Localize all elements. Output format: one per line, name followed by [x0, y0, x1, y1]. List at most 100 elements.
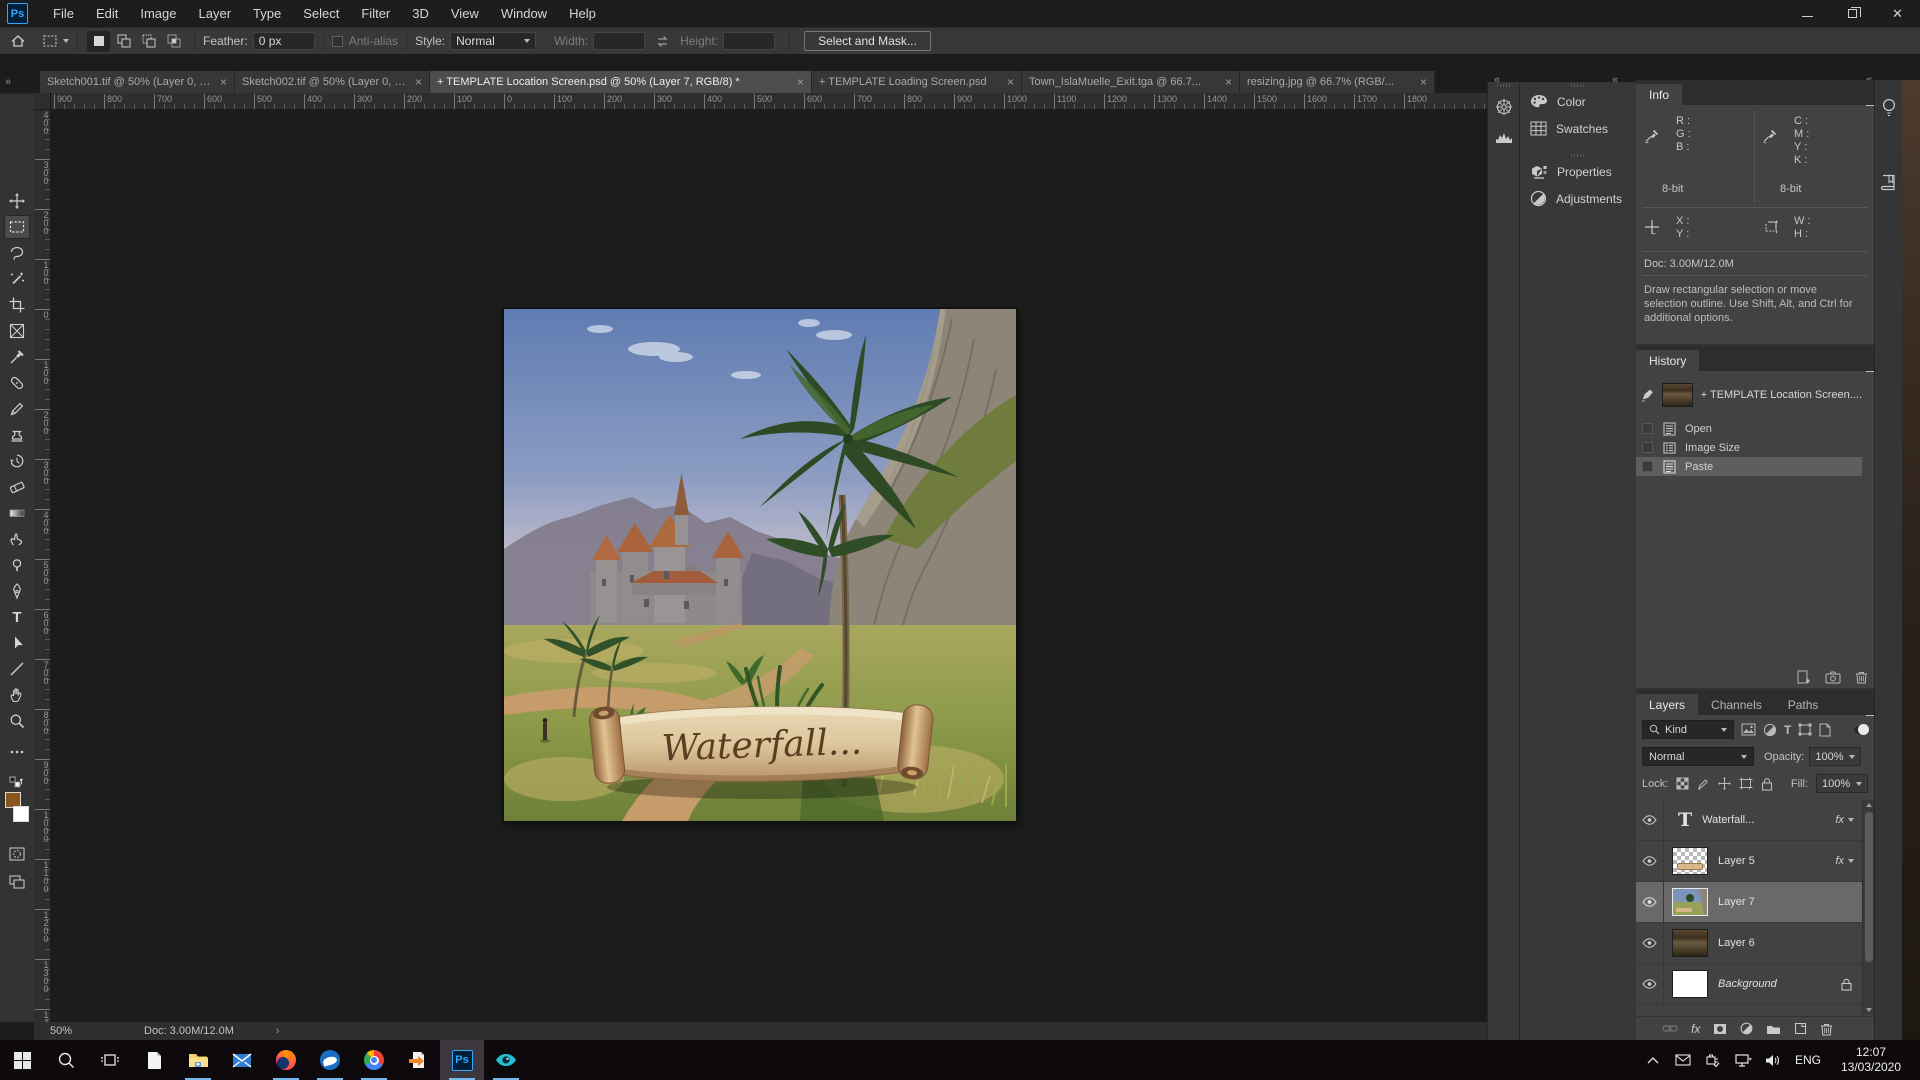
taskbar-installer-app[interactable]: [396, 1040, 440, 1080]
text-layer-thumbnail[interactable]: T: [1678, 809, 1692, 831]
task-view-button[interactable]: [88, 1040, 132, 1080]
rectangular-marquee-tool[interactable]: [4, 215, 30, 239]
document-tab-town-islamuelle[interactable]: Town_IslaMuelle_Exit.tga @ 66.7...×: [1022, 71, 1240, 93]
layer-row-layer7[interactable]: Layer 7: [1636, 882, 1862, 923]
history-step-open[interactable]: Open: [1636, 419, 1862, 438]
tray-usb-icon[interactable]: [1698, 1053, 1728, 1067]
add-selection-mode-button[interactable]: [112, 31, 135, 52]
start-button[interactable]: [0, 1040, 44, 1080]
delete-layer-trash-icon[interactable]: [1820, 1022, 1833, 1036]
tray-network-icon[interactable]: [1728, 1054, 1758, 1067]
visibility-toggle[interactable]: [1636, 964, 1664, 1004]
document-tab-sketch001[interactable]: Sketch001.tif @ 50% (Layer 0, RG...×: [40, 71, 235, 93]
taskbar-thunderbird-app[interactable]: [308, 1040, 352, 1080]
menu-type[interactable]: Type: [242, 0, 292, 27]
visibility-toggle[interactable]: [1636, 923, 1664, 963]
link-layers-icon[interactable]: [1662, 1024, 1678, 1033]
dodge-tool[interactable]: [4, 553, 30, 577]
history-step-image-size[interactable]: Image Size: [1636, 438, 1862, 457]
menu-file[interactable]: File: [42, 0, 85, 27]
filter-type-layers-icon[interactable]: T: [1784, 723, 1791, 737]
visibility-toggle[interactable]: [1636, 841, 1664, 881]
zoom-level-field[interactable]: 50%: [50, 1025, 106, 1037]
move-tool[interactable]: [4, 189, 30, 213]
menu-layer[interactable]: Layer: [188, 0, 243, 27]
close-tab-icon[interactable]: ×: [220, 75, 227, 89]
taskbar-search-button[interactable]: [44, 1040, 88, 1080]
history-brush-tool[interactable]: [4, 449, 30, 473]
menu-select[interactable]: Select: [292, 0, 350, 27]
quick-mask-mode-button[interactable]: [4, 842, 30, 866]
histogram-panel-icon[interactable]: [1488, 122, 1519, 152]
layer-thumbnail[interactable]: [1672, 929, 1708, 957]
clone-stamp-tool[interactable]: [4, 423, 30, 447]
lock-transparent-pixels-icon[interactable]: [1676, 777, 1689, 790]
add-layer-style-icon[interactable]: fx: [1691, 1022, 1700, 1036]
background-color-swatch[interactable]: [13, 806, 29, 822]
new-document-from-state-icon[interactable]: [1796, 670, 1811, 684]
tray-show-hidden-icon[interactable]: [1638, 1057, 1668, 1064]
minimize-button[interactable]: [1785, 0, 1830, 27]
horizontal-ruler[interactable]: 9008007006005004003002001000100200300400…: [34, 93, 1487, 110]
color-panel-button[interactable]: Color: [1520, 88, 1636, 115]
lock-all-icon[interactable]: [1761, 777, 1773, 791]
paths-panel-tab[interactable]: Paths: [1775, 694, 1832, 715]
new-selection-mode-button[interactable]: [87, 31, 110, 52]
feather-input[interactable]: 0 px: [253, 32, 315, 50]
brush-tool[interactable]: [4, 397, 30, 421]
learn-panel-lightbulb-icon[interactable]: [1875, 94, 1902, 122]
delete-state-trash-icon[interactable]: [1855, 670, 1868, 684]
edit-toolbar-ellipsis-icon[interactable]: [4, 740, 30, 764]
menu-window[interactable]: Window: [490, 0, 558, 27]
crop-tool[interactable]: [4, 293, 30, 317]
layer-row-background[interactable]: Background: [1636, 964, 1862, 1005]
filter-adjustment-layers-icon[interactable]: [1763, 723, 1777, 737]
history-source-checkbox[interactable]: [1642, 461, 1653, 472]
document-canvas[interactable]: Waterfall...: [503, 308, 1017, 822]
taskbar-eye-app[interactable]: [484, 1040, 528, 1080]
height-input[interactable]: [723, 32, 775, 50]
menu-edit[interactable]: Edit: [85, 0, 129, 27]
close-tab-icon[interactable]: ×: [1420, 75, 1427, 89]
close-tab-icon[interactable]: ×: [1225, 75, 1232, 89]
eyedropper-icon[interactable]: [1762, 127, 1779, 144]
layer-row-layer5[interactable]: Layer 5 fx: [1636, 841, 1862, 882]
maximize-button[interactable]: [1830, 0, 1875, 27]
layer-effects-badge[interactable]: fx: [1835, 855, 1854, 867]
frame-tool[interactable]: [4, 319, 30, 343]
libraries-panel-book-icon[interactable]: [1875, 168, 1902, 196]
filter-shape-layers-icon[interactable]: [1798, 723, 1812, 736]
screen-mode-button[interactable]: [4, 870, 30, 894]
visibility-toggle[interactable]: [1636, 800, 1664, 840]
new-adjustment-layer-icon[interactable]: [1740, 1022, 1753, 1035]
filter-toggle-switch[interactable]: [1854, 726, 1868, 734]
taskbar-file-explorer-app[interactable]: [176, 1040, 220, 1080]
menu-filter[interactable]: Filter: [350, 0, 401, 27]
intersect-selection-mode-button[interactable]: [162, 31, 185, 52]
close-tab-icon[interactable]: ×: [415, 75, 422, 89]
history-source-checkbox[interactable]: [1642, 423, 1653, 434]
history-panel-tab[interactable]: History: [1636, 350, 1699, 371]
add-layer-mask-icon[interactable]: [1713, 1023, 1727, 1035]
filter-pixel-layers-icon[interactable]: [1741, 723, 1756, 736]
close-tab-icon[interactable]: ×: [797, 75, 804, 89]
type-tool[interactable]: T: [4, 605, 30, 629]
channels-panel-tab[interactable]: Channels: [1698, 694, 1775, 715]
gradient-tool[interactable]: [4, 501, 30, 525]
fill-field[interactable]: 100%: [1816, 774, 1868, 793]
close-button[interactable]: ✕: [1875, 0, 1920, 27]
spot-healing-brush-tool[interactable]: [4, 371, 30, 395]
hand-tool[interactable]: [4, 683, 30, 707]
close-tab-icon[interactable]: ×: [1007, 75, 1014, 89]
filter-smart-objects-icon[interactable]: [1819, 723, 1831, 737]
vertical-ruler[interactable]: 4003002001000100200300400500600700800900…: [34, 93, 51, 1022]
lock-artboard-nesting-icon[interactable]: [1739, 777, 1753, 790]
lock-image-pixels-icon[interactable]: [1697, 777, 1710, 790]
layer-thumbnail[interactable]: [1672, 888, 1708, 916]
canvas-work-area[interactable]: Waterfall...: [51, 110, 1487, 1022]
smudge-tool[interactable]: [4, 527, 30, 551]
properties-panel-button[interactable]: Properties: [1520, 158, 1636, 185]
line-tool[interactable]: [4, 657, 30, 681]
tool-preset-dropdown[interactable]: [42, 34, 69, 48]
subtract-selection-mode-button[interactable]: [137, 31, 160, 52]
